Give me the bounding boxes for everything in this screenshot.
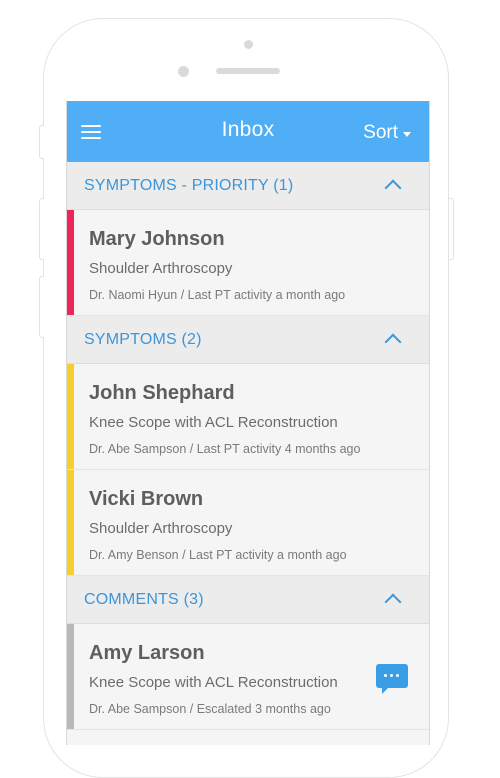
top-app-bar: Inbox Sort [67,101,429,162]
list-item[interactable]: Amy Larson Knee Scope with ACL Reconstru… [67,624,429,730]
chat-bubble-icon[interactable] [376,664,408,694]
earpiece-speaker [216,68,280,74]
comment-indicator-bar [67,624,74,729]
procedure-name: Shoulder Arthroscopy [89,260,233,277]
symptom-indicator-bar [67,364,74,469]
section-header-comments[interactable]: COMMENTS (3) [67,576,429,624]
item-meta: Dr. Naomi Hyun / Last PT activity a mont… [89,288,346,302]
list-item[interactable]: Vicki Brown Shoulder Arthroscopy Dr. Amy… [67,470,429,576]
caret-down-icon [403,131,411,137]
chevron-up-icon[interactable] [384,179,402,197]
procedure-name: Shoulder Arthroscopy [89,520,233,537]
procedure-name: Knee Scope with ACL Reconstruction [89,414,338,431]
chevron-up-icon[interactable] [384,333,402,351]
proximity-sensor [178,66,189,77]
phone-mute-switch [39,125,44,159]
chevron-up-icon[interactable] [384,593,402,611]
list-item[interactable]: John Shephard Knee Scope with ACL Recons… [67,364,429,470]
patient-name: Mary Johnson [89,228,225,250]
item-meta: Dr. Amy Benson / Last PT activity a mont… [89,548,347,562]
phone-volume-up [39,198,44,260]
patient-name: Vicki Brown [89,488,204,510]
section-header-symptoms-priority[interactable]: SYMPTOMS - PRIORITY (1) [67,162,429,210]
section-header-symptoms[interactable]: SYMPTOMS (2) [67,316,429,364]
section-title: SYMPTOMS (2) [84,331,202,348]
procedure-name: Knee Scope with ACL Reconstruction [89,674,338,691]
sort-label: Sort [363,122,398,143]
section-title: SYMPTOMS - PRIORITY (1) [84,177,294,194]
front-camera [244,40,253,49]
section-title: COMMENTS (3) [84,591,204,608]
item-meta: Dr. Abe Sampson / Last PT activity 4 mon… [89,442,361,456]
symptom-indicator-bar [67,470,74,575]
phone-power-button [449,198,454,260]
item-meta: Dr. Abe Sampson / Escalated 3 months ago [89,702,331,716]
phone-volume-down [39,276,44,338]
app-screen: Inbox Sort SYMPTOMS - PRIORITY (1) Mary … [66,101,430,745]
priority-indicator-bar [67,210,74,315]
patient-name: John Shephard [89,382,235,404]
list-item[interactable]: Mary Johnson Shoulder Arthroscopy Dr. Na… [67,210,429,316]
sort-button[interactable]: Sort [363,122,411,144]
patient-name: Amy Larson [89,642,205,664]
